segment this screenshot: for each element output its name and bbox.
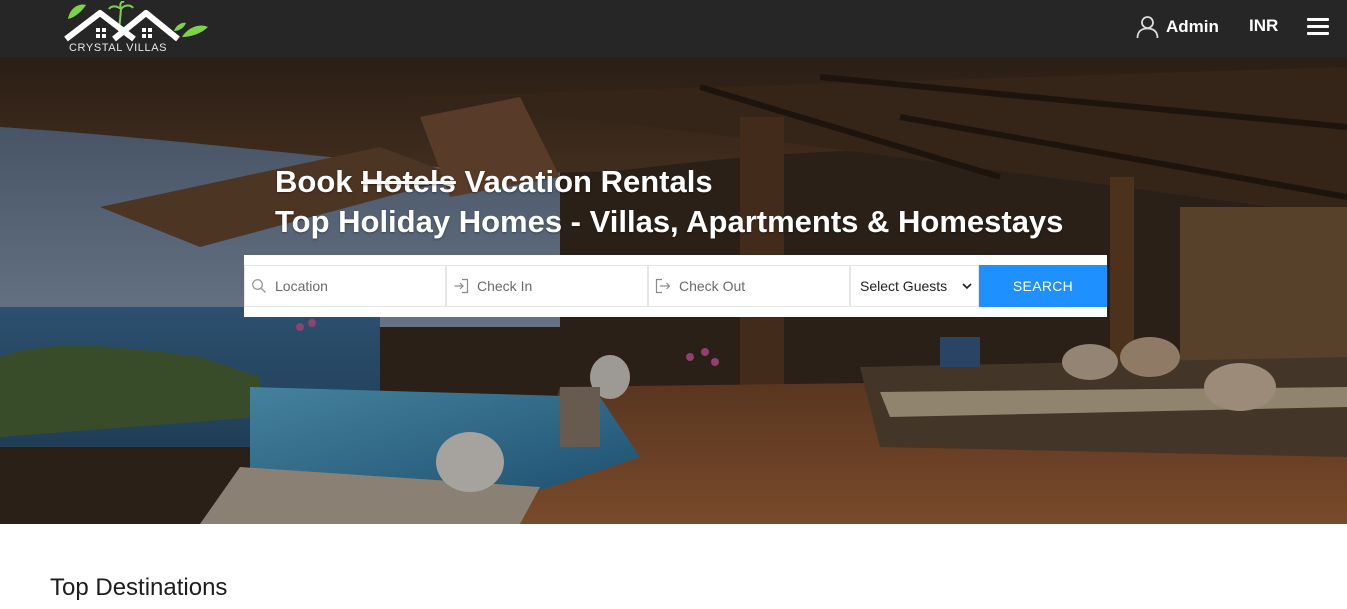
hamburger-menu-icon[interactable] — [1307, 16, 1329, 36]
search-form: Location Check In Check Out Select Guest… — [244, 255, 1107, 317]
logo-houses-icon — [64, 1, 208, 42]
check-out-placeholder: Check Out — [679, 278, 746, 294]
search-icon — [252, 279, 266, 293]
hero-subheadline: Top Holiday Homes - Villas, Apartments &… — [275, 204, 1064, 239]
location-input[interactable]: Location — [244, 265, 446, 307]
chevron-down-icon — [962, 283, 972, 290]
search-button[interactable]: SEARCH — [979, 265, 1107, 307]
guests-selected-value: Select Guests — [860, 278, 948, 294]
check-in-placeholder: Check In — [477, 278, 533, 294]
sign-out-icon — [655, 278, 671, 294]
location-placeholder: Location — [275, 278, 328, 294]
hero-headline-line-1: Book Hotels Vacation Rentals — [275, 162, 1063, 202]
headline-vacation-rentals: Vacation Rentals — [464, 164, 713, 199]
guests-select[interactable]: Select Guests — [850, 265, 979, 307]
user-name: Admin — [1166, 17, 1219, 36]
headline-book: Book — [275, 164, 353, 199]
top-destinations-heading: Top Destinations — [50, 574, 228, 601]
currency-selector[interactable]: INR — [1249, 16, 1278, 36]
user-account-link[interactable]: Admin — [1136, 14, 1219, 40]
hero-banner: Book Hotels Vacation Rentals Top Holiday… — [0, 57, 1347, 524]
check-out-input[interactable]: Check Out — [648, 265, 850, 307]
headline-struck-hotels: Hotels — [361, 164, 456, 199]
brand-logo[interactable]: CRYSTAL VILLAS — [64, 1, 210, 55]
hero-headline: Book Hotels Vacation Rentals Top Holiday… — [275, 162, 1063, 242]
top-navbar: CRYSTAL VILLAS Admin INR — [0, 0, 1347, 57]
user-icon — [1136, 16, 1159, 39]
sign-in-icon — [454, 278, 469, 294]
check-in-input[interactable]: Check In — [446, 265, 648, 307]
brand-name: CRYSTAL VILLAS — [69, 42, 168, 54]
